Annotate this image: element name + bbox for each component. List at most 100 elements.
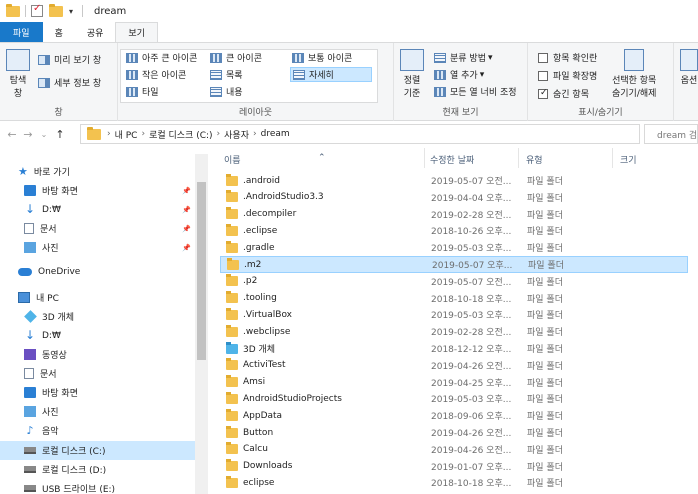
desktop-icon	[24, 387, 36, 398]
folder-icon	[226, 425, 238, 438]
file-date: 2019-04-26 오전...	[431, 429, 512, 439]
nav-pane-item[interactable]: 3D 개체	[0, 307, 195, 326]
layout-list[interactable]: 목록	[210, 68, 243, 81]
tab-view[interactable]: 보기	[115, 22, 158, 42]
layout-details[interactable]: 자세히	[290, 67, 372, 82]
file-row[interactable]: .android 2019-05-07 오전... 파일 폴더	[220, 172, 688, 189]
breadcrumb-separator-icon[interactable]: ›	[107, 129, 111, 139]
column-header-size[interactable]: 크기	[620, 153, 637, 166]
scrollbar-thumb[interactable]	[197, 182, 206, 360]
pin-icon[interactable]: 📌	[182, 187, 191, 195]
nav-pane-item[interactable]: OneDrive	[0, 262, 195, 281]
nav-pane-item[interactable]: 바탕 화면	[0, 383, 195, 402]
hide-selected-button[interactable]: 선택한 항목 숨기기/해제	[612, 49, 656, 99]
checkbox[interactable]	[538, 52, 548, 63]
add-columns-button[interactable]: 열 추가 ▾	[434, 68, 484, 81]
file-row[interactable]: .tooling 2018-10-18 오후... 파일 폴더	[220, 290, 688, 307]
file-row[interactable]: Calcu 2019-04-26 오전... 파일 폴더	[220, 441, 688, 458]
navigation-bar: ← → ⌄ ↑ › 내 PC › 로컬 디스크 (C:) › 사용자 › dre…	[0, 122, 698, 146]
breadcrumb-local-disk[interactable]: 로컬 디스크 (C:)	[149, 128, 212, 141]
column-divider[interactable]	[424, 148, 425, 168]
nav-pane-item[interactable]: ↓ D:₩ 📌	[0, 200, 195, 219]
hidden-items-toggle[interactable]: 숨긴 항목	[538, 87, 589, 100]
new-folder-icon[interactable]	[49, 3, 63, 17]
checkbox-checked[interactable]	[538, 88, 548, 99]
nav-pane-item[interactable]: 바탕 화면 📌	[0, 181, 195, 200]
layout-small-icons[interactable]: 작은 아이콘	[126, 68, 186, 81]
nav-pane-item[interactable]: 사진 📌	[0, 238, 195, 257]
pin-icon[interactable]: 📌	[182, 225, 191, 233]
file-date: 2019-05-07 오전...	[431, 277, 512, 288]
checkbox[interactable]	[538, 70, 548, 81]
file-row[interactable]: .eclipse 2018-10-26 오후... 파일 폴더	[220, 222, 688, 239]
file-row[interactable]: AppData 2018-09-06 오후... 파일 폴더	[220, 407, 688, 424]
file-extensions-label: 파일 확장명	[553, 72, 598, 82]
nav-pane-item[interactable]: 문서 📌	[0, 219, 195, 238]
column-header-date[interactable]: 수정한 날짜	[430, 153, 474, 166]
nav-pane-item[interactable]: 로컬 디스크 (C:)	[0, 441, 195, 460]
layout-medium-icons[interactable]: 보통 아이콘	[292, 51, 352, 64]
pin-icon[interactable]: 📌	[182, 244, 191, 252]
nav-pane-item[interactable]: ♪ 음악	[0, 421, 195, 440]
folder-icon	[226, 190, 238, 203]
file-row[interactable]: .VirtualBox 2019-05-03 오후... 파일 폴더	[220, 306, 688, 323]
tab-share[interactable]: 공유	[75, 22, 116, 42]
pin-icon[interactable]: 📌	[182, 206, 191, 214]
column-header-name[interactable]: 이름	[224, 153, 241, 166]
file-extensions-toggle[interactable]: 파일 확장명	[538, 69, 597, 82]
fit-columns-button[interactable]: 모든 열 너비 조정	[434, 85, 517, 98]
file-row[interactable]: .decompiler 2019-02-28 오전... 파일 폴더	[220, 206, 688, 223]
nav-pane-item[interactable]: ★ 바로 가기	[0, 162, 195, 181]
recent-locations-chevron-icon[interactable]: ⌄	[36, 130, 52, 139]
preview-pane-button[interactable]: 미리 보기 창	[38, 53, 101, 66]
file-row[interactable]: 3D 개체 2018-12-12 오후... 파일 폴더	[220, 340, 688, 357]
search-input[interactable]: dream 검색	[644, 124, 698, 144]
nav-pane-item[interactable]: 동영상	[0, 345, 195, 364]
address-bar[interactable]: › 내 PC › 로컬 디스크 (C:) › 사용자 › dream	[80, 124, 640, 144]
properties-checkbox-icon[interactable]	[31, 3, 43, 17]
breadcrumb-separator-icon[interactable]: ›	[141, 129, 145, 139]
file-row[interactable]: .gradle 2019-05-03 오후... 파일 폴더	[220, 239, 688, 256]
up-arrow-icon[interactable]: ↑	[52, 128, 68, 141]
sort-by-button[interactable]: 정렬 기준	[400, 49, 424, 99]
nav-pane-item[interactable]: ↓ D:₩	[0, 326, 195, 345]
breadcrumb-users[interactable]: 사용자	[224, 128, 249, 141]
back-arrow-icon[interactable]: ←	[4, 128, 20, 141]
layout-tiles[interactable]: 타일	[126, 85, 159, 98]
quick-access-dropdown-icon[interactable]: ▾	[69, 7, 73, 16]
item-checkboxes-toggle[interactable]: 항목 확인란	[538, 51, 597, 64]
nav-pane-scrollbar[interactable]	[195, 154, 208, 494]
file-row[interactable]: eclipse 2018-10-18 오후... 파일 폴더	[220, 474, 688, 491]
column-divider[interactable]	[518, 148, 519, 168]
file-row[interactable]: .m2 2019-05-07 오후... 파일 폴더	[220, 256, 688, 273]
layout-extra-large-icons[interactable]: 아주 큰 아이콘	[126, 51, 197, 64]
column-divider[interactable]	[612, 148, 613, 168]
file-row[interactable]: Amsi 2019-04-25 오후... 파일 폴더	[220, 374, 688, 391]
nav-pane-item[interactable]: 문서	[0, 364, 195, 383]
file-row[interactable]: ActiviTest 2019-04-26 오전... 파일 폴더	[220, 357, 688, 374]
nav-pane-item[interactable]: 로컬 디스크 (D:)	[0, 460, 195, 479]
layout-content[interactable]: 내용	[210, 85, 243, 98]
navigation-pane-button[interactable]: 탐색 창	[6, 49, 30, 99]
details-pane-button[interactable]: 세부 정보 창	[38, 76, 101, 89]
column-header-type[interactable]: 유형	[526, 153, 543, 166]
file-row[interactable]: AndroidStudioProjects 2019-05-03 오후... 파일 …	[220, 390, 688, 407]
file-row[interactable]: .AndroidStudio3.3 2019-04-04 오후... 파일 폴더	[220, 189, 688, 206]
file-row[interactable]: Button 2019-04-26 오전... 파일 폴더	[220, 424, 688, 441]
file-row[interactable]: Downloads 2019-01-07 오후... 파일 폴더	[220, 458, 688, 475]
nav-pane-item[interactable]: 사진	[0, 402, 195, 421]
tab-home[interactable]: 홈	[43, 22, 75, 42]
layout-large-icons[interactable]: 큰 아이콘	[210, 51, 262, 64]
nav-pane-item[interactable]: USB 드라이브 (E:)	[0, 479, 195, 494]
file-row[interactable]: .p2 2019-05-07 오전... 파일 폴더	[220, 273, 688, 290]
group-by-button[interactable]: 분류 방법 ▾	[434, 51, 493, 64]
nav-pane-item[interactable]: 내 PC	[0, 288, 195, 307]
breadcrumb-this-pc[interactable]: 내 PC	[115, 128, 138, 141]
options-button[interactable]: 옵션	[680, 49, 698, 86]
file-row[interactable]: .webclipse 2019-02-28 오전... 파일 폴더	[220, 323, 688, 340]
forward-arrow-icon[interactable]: →	[20, 128, 36, 141]
breadcrumb-separator-icon[interactable]: ›	[253, 129, 257, 139]
breadcrumb-separator-icon[interactable]: ›	[217, 129, 221, 139]
tab-file[interactable]: 파일	[0, 22, 43, 42]
breadcrumb-dream[interactable]: dream	[261, 129, 290, 139]
